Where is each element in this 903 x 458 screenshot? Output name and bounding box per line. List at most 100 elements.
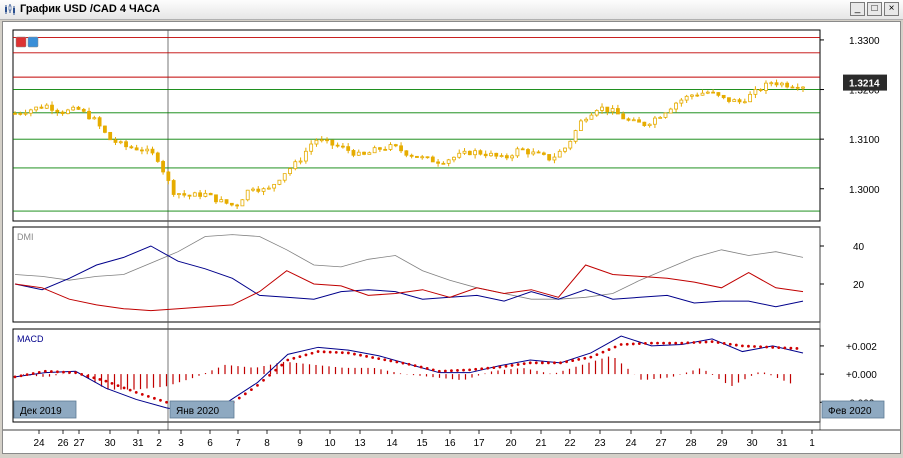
macd-signal-dot	[443, 369, 447, 373]
candle-body	[742, 101, 747, 104]
candle-body	[446, 159, 451, 164]
day-label: 6	[207, 438, 213, 449]
day-label: 17	[473, 438, 485, 449]
candle-body	[161, 161, 165, 173]
price-tick-label: 1.3100	[849, 135, 880, 146]
macd-signal-dot	[153, 396, 156, 400]
macd-label: MACD	[17, 334, 44, 344]
candle-body	[753, 89, 758, 95]
candle-body	[282, 173, 287, 181]
macd-signal-dot	[468, 368, 472, 372]
macd-signal-dot	[431, 368, 435, 372]
red-indicator-button[interactable]	[15, 36, 27, 48]
macd-signal-dot	[492, 366, 496, 370]
candle-body	[182, 193, 187, 196]
day-label: 15	[416, 438, 428, 449]
day-label: 7	[235, 438, 241, 449]
candle-body	[378, 147, 382, 150]
candle-body	[113, 139, 118, 143]
period-date-label: Фев 2020	[828, 406, 872, 417]
candle-body	[769, 82, 774, 85]
macd-signal-dot	[116, 384, 120, 388]
macd-signal-dot	[716, 341, 720, 344]
macd-signal-dot	[577, 358, 581, 361]
maximize-button[interactable]: □	[867, 2, 882, 16]
candle-body	[711, 91, 715, 94]
macd-signal-dot	[262, 378, 265, 382]
candle-body	[346, 146, 351, 151]
candle-body	[235, 204, 240, 207]
candle-body	[510, 155, 515, 159]
macd-signal-dot	[710, 340, 714, 344]
candle-body	[489, 152, 493, 157]
candle-body	[473, 150, 478, 156]
candle-body	[578, 120, 583, 132]
dmi-label: DMI	[17, 232, 34, 242]
macd-signal-dot	[250, 388, 253, 391]
macd-signal-dot	[674, 341, 678, 345]
macd-signal-dot	[122, 386, 126, 390]
candle-body	[367, 152, 372, 155]
candle-body	[261, 188, 266, 192]
macd-signal-dot	[165, 400, 168, 404]
candle-body	[452, 156, 456, 161]
macd-signal-dot	[759, 345, 762, 349]
candle-body	[266, 187, 271, 190]
chart-canvas[interactable]: 1.33001.32001.31001.30001.3214 4020 +0.0…	[3, 22, 900, 453]
macd-line	[14, 335, 804, 415]
macd-signal-dot	[298, 355, 302, 359]
macd-signal-dot	[583, 356, 587, 360]
day-label: 24	[33, 438, 45, 449]
candle-body	[44, 104, 49, 109]
candle-body	[298, 160, 303, 163]
macd-signal-dot	[765, 345, 769, 349]
chart-window[interactable]: 1.3300 1.3200 1.3100 1.3000 1.3214 40 20 +0.0…	[2, 21, 901, 454]
macd-signal-dot	[407, 362, 411, 366]
candle-body	[462, 150, 467, 154]
macd-signal-dot	[31, 372, 35, 375]
candle-body	[658, 116, 663, 119]
macd-signal-dot	[498, 365, 502, 369]
macd-signal-dot	[377, 357, 381, 360]
day-label: 31	[776, 438, 788, 449]
macd-signal-dot	[110, 381, 114, 385]
candle-body	[420, 156, 425, 159]
candle-body	[50, 104, 54, 111]
candle-body	[203, 192, 208, 197]
macd-signal-dot	[304, 353, 308, 357]
period-date-label: Дек 2019	[20, 406, 62, 417]
macd-signal-dot	[280, 363, 284, 367]
day-label: 10	[324, 438, 336, 449]
macd-signal-dot	[286, 358, 290, 362]
dmi-tick-label: 20	[853, 280, 865, 291]
macd-signal-dot	[43, 369, 47, 373]
candle-body	[108, 131, 113, 141]
candle-body	[319, 139, 324, 142]
macd-signal-dot	[771, 345, 775, 349]
candle-body	[103, 125, 107, 133]
candle-body	[340, 145, 345, 148]
macd-signal-dot	[237, 396, 241, 400]
day-label: 27	[655, 438, 667, 449]
candle-body	[177, 193, 181, 195]
minus-di-line	[14, 264, 804, 312]
candle-body	[647, 123, 652, 127]
candle-body	[372, 147, 377, 154]
minimize-button[interactable]: _	[850, 2, 865, 16]
macd-signal-dot	[559, 361, 562, 365]
close-button[interactable]: ×	[884, 2, 899, 16]
macd-signal-dot	[425, 367, 429, 370]
blue-indicator-button[interactable]	[27, 36, 39, 48]
macd-signal-dot	[25, 373, 29, 377]
macd-signal-dot	[322, 350, 326, 354]
candle-body	[187, 194, 192, 197]
candle-body	[71, 106, 76, 111]
candle-body	[150, 148, 155, 154]
macd-signal-dot	[104, 379, 108, 383]
day-label: 28	[685, 438, 697, 449]
macd-signal-dot	[553, 361, 556, 365]
macd-signal-dot	[413, 364, 417, 368]
macd-signal-dot	[134, 391, 138, 394]
macd-signal-dot	[334, 350, 338, 354]
candle-body	[764, 82, 768, 91]
